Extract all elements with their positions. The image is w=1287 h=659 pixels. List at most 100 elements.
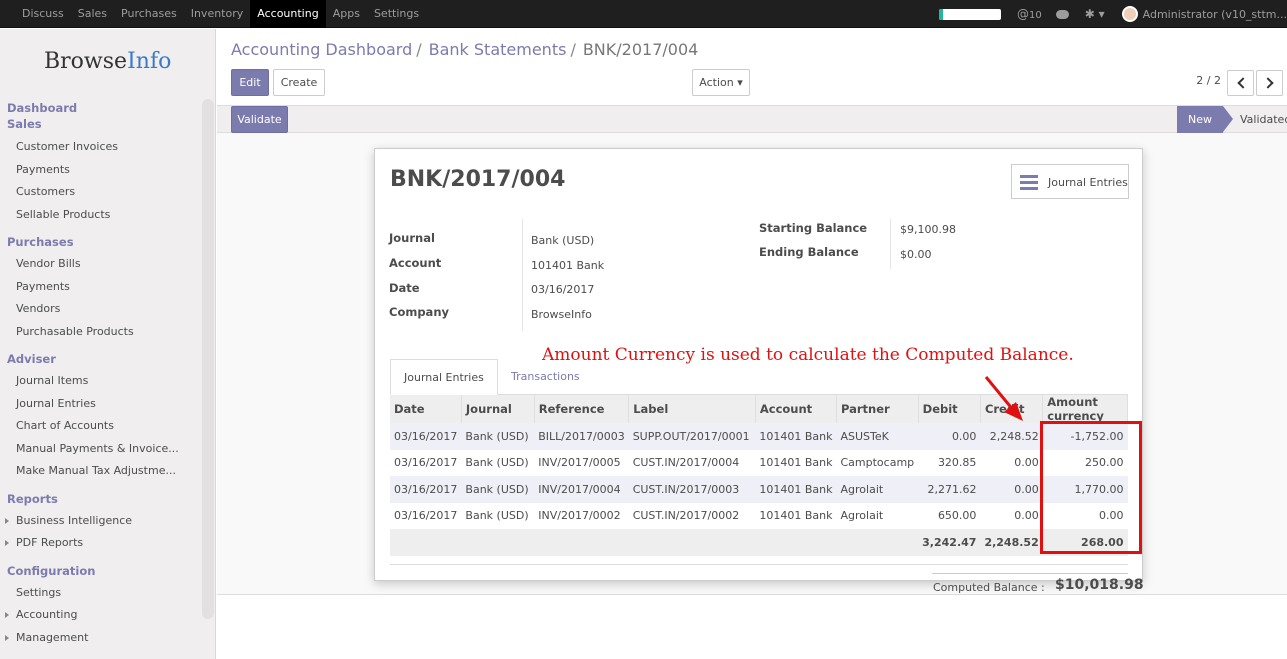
sidebar-item-pdf-reports[interactable]: PDF Reports bbox=[4, 536, 83, 549]
table-row[interactable]: 03/16/2017 Bank (USD) BILL/2017/0003 SUPP.O… bbox=[390, 423, 1128, 450]
table-cell: 320.85 bbox=[937, 456, 977, 470]
table-cell: 101401 Bank bbox=[755, 423, 837, 450]
menu-item-apps[interactable]: Apps bbox=[326, 0, 367, 28]
table-cell: INV/2017/0002 bbox=[538, 509, 621, 523]
menu-item-inventory[interactable]: Inventory bbox=[184, 0, 251, 28]
table-row[interactable]: 03/16/2017 Bank (USD) INV/2017/0004 CUST.IN… bbox=[390, 476, 1128, 503]
sidebar-item-payments[interactable]: Payments bbox=[16, 163, 70, 176]
tab-journal-entries[interactable]: Journal Entries bbox=[390, 359, 498, 395]
avatar[interactable] bbox=[1121, 6, 1138, 22]
annotation-highlight-box bbox=[1040, 421, 1142, 554]
sidebar-section-sales[interactable]: Sales bbox=[7, 117, 42, 131]
chat-icon[interactable] bbox=[1055, 9, 1069, 19]
column-header-credit[interactable]: Credit bbox=[980, 395, 1044, 423]
top-navbar: Discuss Sales Purchases Inventory Accounting… bbox=[0, 0, 1287, 28]
debug-icon[interactable]: ✱ ▾ bbox=[1085, 7, 1105, 21]
table-row[interactable]: 03/16/2017 Bank (USD) INV/2017/0005 CUST.IN… bbox=[390, 450, 1128, 477]
table-cell: 101401 Bank bbox=[759, 509, 833, 523]
sidebar-item-purchasable-products[interactable]: Purchasable Products bbox=[16, 325, 134, 338]
column-header-amount-currency[interactable]: Amount currency bbox=[1042, 395, 1128, 423]
sidebar-item-business-intelligence[interactable]: Business Intelligence bbox=[4, 514, 132, 527]
action-dropdown[interactable]: Action ▾ bbox=[692, 69, 750, 96]
breadcrumb: Accounting Dashboard / Bank Statements / BNK… bbox=[231, 40, 699, 59]
messages-indicator[interactable]: @10 bbox=[1017, 7, 1042, 21]
journal-entries-table: Date Journal Reference Label Account Partner D… bbox=[390, 395, 1128, 556]
create-button[interactable]: Create bbox=[273, 69, 325, 96]
journal-label: Journal bbox=[389, 231, 435, 245]
sidebar-item-settings[interactable]: Settings bbox=[16, 586, 61, 599]
table-cell: 0.00 bbox=[918, 423, 981, 450]
journal-field[interactable]: Bank (USD) bbox=[531, 234, 594, 247]
menu-item-sales[interactable]: Sales bbox=[71, 0, 114, 28]
ending-balance-label: Ending Balance bbox=[759, 245, 859, 259]
journal-entries-button[interactable]: Journal Entries bbox=[1011, 164, 1129, 199]
table-cell: 03/16/2017 bbox=[390, 423, 462, 450]
column-header-label[interactable]: Label bbox=[628, 395, 756, 423]
column-header-account[interactable]: Account bbox=[755, 395, 838, 423]
column-header-reference[interactable]: Reference bbox=[534, 395, 630, 423]
table-row[interactable]: 03/16/2017 Bank (USD) INV/2017/0002 CUST.IN… bbox=[390, 503, 1128, 530]
menu-item-purchases[interactable]: Purchases bbox=[114, 0, 184, 28]
account-label: Account bbox=[389, 256, 442, 270]
table-cell: Agrolait bbox=[836, 476, 919, 503]
total-empty-cell bbox=[836, 529, 919, 556]
sidebar-item-vendors[interactable]: Vendors bbox=[16, 302, 60, 315]
sidebar-item-customers[interactable]: Customers bbox=[16, 185, 75, 198]
annotation-text: Amount Currency is used to calculate the… bbox=[542, 345, 1074, 365]
sidebar-section-configuration[interactable]: Configuration bbox=[7, 564, 95, 578]
sidebar-item-payments[interactable]: Payments bbox=[16, 280, 70, 293]
sidebar-item-journal-items[interactable]: Journal Items bbox=[16, 374, 88, 387]
user-menu[interactable]: Administrator (v10_sttm... bbox=[1143, 8, 1287, 21]
table-cell: CUST.IN/2017/0002 bbox=[632, 509, 740, 523]
sidebar-item-journal-entries[interactable]: Journal Entries bbox=[16, 397, 96, 410]
ending-balance-field[interactable]: $0.00 bbox=[900, 248, 932, 261]
sidebar-section-dashboard[interactable]: Dashboard bbox=[7, 101, 77, 115]
sidebar-item-chart-of-accounts[interactable]: Chart of Accounts bbox=[16, 419, 114, 432]
column-header-debit[interactable]: Debit bbox=[918, 395, 981, 423]
total-debit: 3,242.47 bbox=[918, 529, 981, 556]
sidebar-section-reports[interactable]: Reports bbox=[7, 492, 58, 506]
table-cell: Bank (USD) bbox=[465, 456, 529, 470]
stage-new[interactable]: New bbox=[1177, 106, 1233, 133]
validate-button[interactable]: Validate bbox=[231, 106, 288, 133]
sidebar-item-customer-invoices[interactable]: Customer Invoices bbox=[16, 140, 118, 153]
table-cell: 03/16/2017 bbox=[390, 476, 462, 503]
breadcrumb-accounting-dashboard[interactable]: Accounting Dashboard bbox=[231, 40, 412, 59]
sidebar-item-management[interactable]: Management bbox=[4, 631, 88, 644]
table-cell: 0.00 bbox=[980, 476, 1043, 503]
menu-item-accounting[interactable]: Accounting bbox=[250, 0, 326, 28]
total-empty-cell bbox=[461, 529, 535, 556]
sidebar-item-accounting[interactable]: Accounting bbox=[4, 608, 77, 621]
statusbar: Validate New Validated bbox=[217, 105, 1287, 133]
table-cell: 101401 Bank bbox=[759, 456, 833, 470]
account-field[interactable]: 101401 Bank bbox=[531, 259, 604, 272]
computed-divider bbox=[932, 573, 1128, 574]
table-cell: INV/2017/0005 bbox=[538, 456, 621, 470]
breadcrumb-bank-statements[interactable]: Bank Statements bbox=[429, 40, 567, 59]
sidebar-section-purchases[interactable]: Purchases bbox=[7, 235, 74, 249]
starting-balance-field[interactable]: $9,100.98 bbox=[900, 223, 956, 236]
sidebar-item-manual-payments-invoice[interactable]: Manual Payments & Invoice... bbox=[16, 442, 179, 455]
sidebar-scrollbar[interactable] bbox=[202, 99, 214, 619]
pager-next-button[interactable] bbox=[1256, 70, 1283, 96]
column-header-date[interactable]: Date bbox=[390, 395, 462, 423]
sidebar-section-adviser[interactable]: Adviser bbox=[7, 352, 56, 366]
total-empty-cell bbox=[628, 529, 756, 556]
table-cell: 101401 Bank bbox=[755, 476, 837, 503]
stage-validated[interactable]: Validated bbox=[1240, 106, 1287, 133]
table-cell: 0.00 bbox=[1014, 456, 1039, 470]
column-header-partner[interactable]: Partner bbox=[836, 395, 919, 423]
sidebar-item-vendor-bills[interactable]: Vendor Bills bbox=[16, 257, 81, 270]
menu-item-discuss[interactable]: Discuss bbox=[15, 0, 71, 28]
column-header-journal[interactable]: Journal bbox=[461, 395, 535, 423]
menu-item-settings[interactable]: Settings bbox=[367, 0, 426, 28]
date-field[interactable]: 03/16/2017 bbox=[531, 283, 594, 296]
company-field[interactable]: BrowseInfo bbox=[531, 308, 592, 321]
sidebar-item-make-manual-tax-adjustme[interactable]: Make Manual Tax Adjustme... bbox=[16, 464, 176, 477]
sidebar-item-sellable-products[interactable]: Sellable Products bbox=[16, 208, 110, 221]
pager-prev-button[interactable] bbox=[1227, 70, 1254, 96]
edit-button[interactable]: Edit bbox=[231, 69, 269, 96]
table-bottom-divider bbox=[390, 564, 1128, 565]
table-cell: Agrolait bbox=[840, 509, 884, 523]
table-cell: Bank (USD) bbox=[461, 476, 535, 503]
